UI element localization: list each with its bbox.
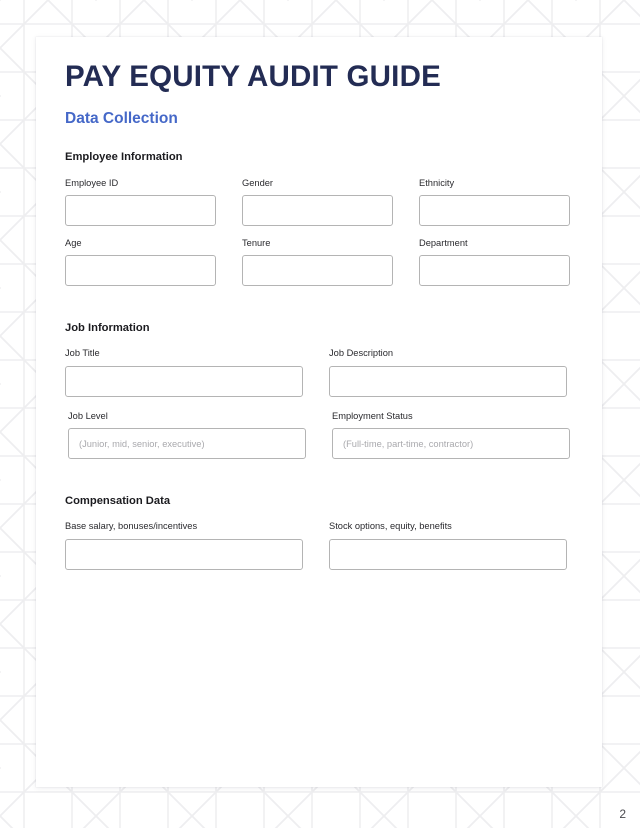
field-department: Department xyxy=(419,237,570,287)
field-label-gender: Gender xyxy=(242,177,274,188)
page-number: 2 xyxy=(619,807,626,821)
employee-field-grid: Employee ID Gender Ethnicity Age Tenure xyxy=(65,177,573,287)
input-department[interactable] xyxy=(419,255,570,287)
document-card: PAY EQUITY AUDIT GUIDE Data Collection E… xyxy=(36,37,602,787)
page-title: PAY EQUITY AUDIT GUIDE xyxy=(65,60,441,93)
field-label-job-description: Job Description xyxy=(329,348,394,359)
input-stock-options[interactable] xyxy=(329,538,567,570)
section-compensation-data: Compensation Data Base salary, bonuses/i… xyxy=(65,495,573,570)
input-base-salary[interactable] xyxy=(65,538,303,570)
field-label-department: Department xyxy=(419,237,468,248)
input-age[interactable] xyxy=(65,255,216,287)
field-employee-id: Employee ID xyxy=(65,177,216,226)
field-age: Age xyxy=(65,237,216,287)
section-heading-compensation-data: Compensation Data xyxy=(65,495,171,508)
input-tenure[interactable] xyxy=(242,255,393,287)
field-job-level: Job Level xyxy=(68,410,306,460)
field-tenure: Tenure xyxy=(242,237,393,287)
field-label-age: Age xyxy=(65,237,82,248)
field-job-title: Job Title xyxy=(65,348,303,397)
field-ethnicity: Ethnicity xyxy=(419,177,570,226)
input-employment-status[interactable] xyxy=(332,428,570,460)
field-label-ethnicity: Ethnicity xyxy=(419,177,455,188)
field-label-tenure: Tenure xyxy=(242,237,271,248)
input-employee-id[interactable] xyxy=(65,194,216,226)
field-label-employment-status: Employment Status xyxy=(332,410,413,421)
field-stock-options: Stock options, equity, benefits xyxy=(329,521,567,570)
field-label-employee-id: Employee ID xyxy=(65,177,119,188)
field-label-stock-options: Stock options, equity, benefits xyxy=(329,521,452,532)
field-employment-status: Employment Status xyxy=(332,410,570,460)
compensation-field-grid: Base salary, bonuses/incentives Stock op… xyxy=(65,521,573,570)
job-field-grid-row-1: Job Title Job Description xyxy=(65,348,573,397)
field-label-job-level: Job Level xyxy=(68,410,108,421)
field-gender: Gender xyxy=(242,177,393,226)
input-job-description[interactable] xyxy=(329,365,567,397)
field-label-base-salary: Base salary, bonuses/incentives xyxy=(65,521,198,532)
job-field-grid-row-2: Job Level Employment Status xyxy=(68,410,573,460)
input-job-title[interactable] xyxy=(65,365,303,397)
section-job-information: Job Information Job Title Job Descriptio… xyxy=(65,322,573,460)
section-heading-employee-information: Employee Information xyxy=(65,151,183,164)
input-ethnicity[interactable] xyxy=(419,194,570,226)
field-job-description: Job Description xyxy=(329,348,567,397)
input-job-level[interactable] xyxy=(68,428,306,460)
section-heading-job-information: Job Information xyxy=(65,322,150,335)
input-gender[interactable] xyxy=(242,194,393,226)
page-subtitle: Data Collection xyxy=(65,109,178,127)
field-label-job-title: Job Title xyxy=(65,348,100,359)
field-base-salary: Base salary, bonuses/incentives xyxy=(65,521,303,570)
section-employee-information: Employee Information Employee ID Gender … xyxy=(65,151,573,287)
